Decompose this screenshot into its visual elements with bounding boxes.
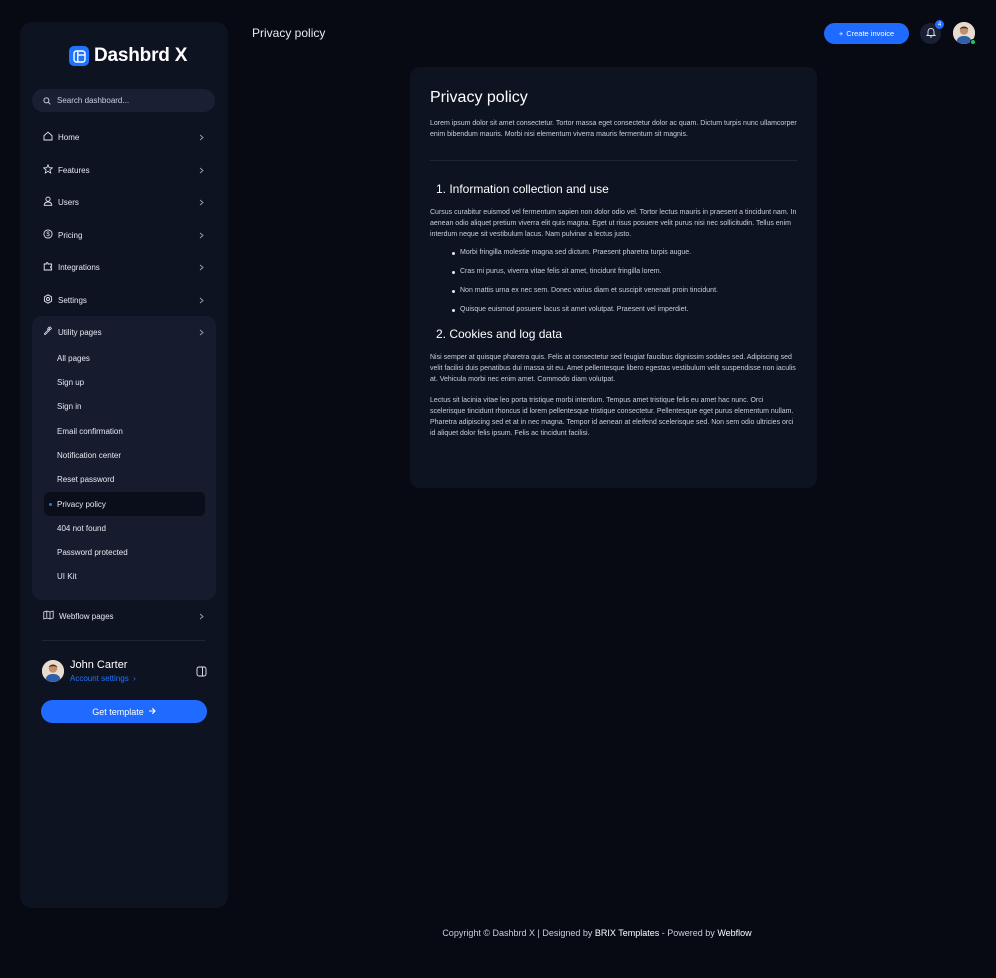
search-box[interactable] [32,89,215,112]
sidebar-toggle-icon[interactable] [196,664,207,682]
utility-link-404[interactable]: 404 not found [44,517,204,539]
utility-link-email-confirmation[interactable]: Email confirmation [44,420,204,442]
plus-icon: + [838,29,844,38]
sidebar-item-features[interactable]: Features [32,159,216,181]
list-item: Morbi fringilla molestie magna sed dictu… [452,249,797,268]
account-settings-link[interactable]: Account settings › [70,674,136,683]
home-icon [43,128,53,146]
account-settings-label: Account settings [70,674,129,683]
chevron-right-icon [196,264,206,271]
chevron-right-icon: › [133,674,136,683]
utility-link-notification-center[interactable]: Notification center [44,444,204,466]
webflow-link[interactable]: Webflow [717,928,751,938]
brand-name: Dashbrd X [94,45,188,66]
user-profile: John Carter Account settings › [42,658,207,686]
section-paragraph: Nisi semper at quisque pharetra quis. Fe… [430,354,796,383]
chevron-right-icon [196,134,206,141]
get-template-label: Get template [92,706,144,717]
sidebar-item-label: Utility pages [58,327,102,337]
chevron-right-icon [196,329,206,336]
bell-icon [925,25,936,43]
logo-icon [69,46,89,66]
privacy-policy-card: Privacy policy Lorem ipsum dolor sit ame… [410,67,817,488]
article-title: Privacy policy [430,89,528,106]
puzzle-icon [43,258,53,276]
avatar[interactable] [42,660,64,682]
user-icon [43,193,53,211]
search-icon [43,92,51,110]
utility-link-all-pages[interactable]: All pages [44,347,204,369]
sidebar-item-label: Settings [58,295,87,305]
user-name: John Carter [70,659,128,671]
list-item: Cras mi purus, viverra vitae felis sit a… [452,268,797,287]
search-input[interactable] [57,96,207,105]
sidebar-item-label: Features [58,165,90,175]
chevron-right-icon [196,297,206,304]
active-indicator [49,502,52,506]
online-status-indicator [970,39,976,45]
utility-link-privacy-policy[interactable]: Privacy policy [44,492,205,516]
copyright-text: Copyright © Dashbrd X | Designed by [442,928,593,938]
footer: Copyright © Dashbrd X | Designed by BRIX… [0,928,996,938]
notification-count-badge: 4 [935,20,944,29]
sidebar-item-home[interactable]: Home [32,126,216,148]
sidebar-item-pricing[interactable]: $ Pricing [32,224,216,246]
utility-link-sign-up[interactable]: Sign up [44,371,204,393]
utility-link-sign-in[interactable]: Sign in [44,395,204,417]
section-heading: 2. Cookies and log data [436,327,563,341]
list-item: Quisque euismod posuere lacus sit amet v… [452,306,797,325]
header-avatar[interactable] [953,22,976,45]
dollar-icon: $ [43,226,53,244]
sidebar-item-label: Integrations [58,262,100,272]
sidebar-item-label: Pricing [58,230,83,240]
sidebar-item-webflow-pages[interactable]: Webflow pages [32,605,216,627]
chevron-right-icon [196,167,206,174]
list-item: Non mattis urna ex nec sem. Donec varius… [452,287,797,306]
article-divider [430,160,797,161]
utility-link-password-protected[interactable]: Password protected [44,541,204,563]
section-paragraph: Lectus sit lacinia vitae leo porta trist… [430,397,794,437]
powered-by-text: - Powered by [661,928,715,938]
page-title: Privacy policy [252,26,326,40]
sidebar: Dashbrd X Home Features Users $ Pricing … [20,22,228,908]
wrench-icon [43,323,53,341]
chevron-right-icon [196,199,206,206]
create-invoice-button[interactable]: + Create invoice [824,23,909,44]
sidebar-item-label: Users [58,197,79,207]
sidebar-divider [42,640,205,641]
gear-icon [43,291,53,309]
utility-link-ui-kit[interactable]: UI Kit [44,565,204,587]
utility-link-label: Privacy policy [57,499,106,509]
chevron-right-icon [196,613,206,620]
article-intro: Lorem ipsum dolor sit amet consectetur. … [430,120,797,138]
section-heading: 1. Information collection and use [436,182,609,196]
sidebar-item-label: Webflow pages [59,611,114,621]
section-bullet-list: Morbi fringilla molestie magna sed dictu… [452,249,797,325]
sidebar-item-integrations[interactable]: Integrations [32,256,216,278]
sidebar-item-utility-pages[interactable]: Utility pages [32,321,216,343]
utility-link-reset-password[interactable]: Reset password [44,468,204,490]
brix-templates-link[interactable]: BRIX Templates [595,928,659,938]
brand-logo[interactable]: Dashbrd X [69,44,187,68]
arrow-right-icon [148,707,156,717]
map-icon [43,607,54,625]
get-template-button[interactable]: Get template [41,700,207,723]
sidebar-item-label: Home [58,132,80,142]
star-icon [42,161,54,179]
sidebar-item-settings[interactable]: Settings [32,289,216,311]
create-invoice-label: Create invoice [846,29,895,38]
sidebar-item-users[interactable]: Users [32,191,216,213]
utility-pages-group: Utility pages All pages Sign up Sign in … [32,316,216,600]
chevron-right-icon [196,232,206,239]
notifications-button[interactable]: 4 [920,20,944,44]
section-paragraph: Cursus curabitur euismod vel fermentum s… [430,209,797,238]
